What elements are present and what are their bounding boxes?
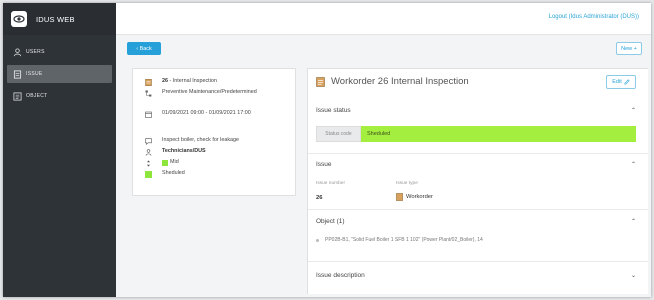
summary-type: Preventive Maintenance/Predetermined [162,89,257,95]
summary-type-row: Preventive Maintenance/Predetermined [145,89,265,97]
status-code-label: Status code [316,126,361,142]
issue-detail-panel: Workorder 26 Internal Inspection Edit Is… [307,68,648,294]
summary-description: Inspect boiler, check for leakage [162,137,240,143]
summary-group-row: Technicians/DUS [145,148,206,156]
summary-dates-row: 01/09/2021 09:00 - 01/09/2021 17:00 [145,110,271,118]
summary-priority-row: Mid [145,159,179,167]
sidebar-item-issue[interactable]: ISSUE [7,65,112,83]
section-title: Issue [316,160,332,168]
sidebar-item-label: USERS [26,49,45,55]
calendar-icon [145,111,152,118]
page-title: Workorder 26 Internal Inspection [331,76,469,87]
priority-color-swatch [162,159,168,166]
issue-number-label: Issue number [316,181,346,186]
issue-type-label: Issue type [396,181,418,186]
detail-title-row: Workorder 26 Internal Inspection [316,76,469,87]
new-button[interactable]: New + [616,42,642,55]
summary-priority: Mid [170,159,179,165]
edit-label: Edit [612,79,622,85]
document-icon [13,69,22,79]
divider [308,261,648,262]
workorder-icon [316,76,325,87]
issue-summary-card: 26 - Internal Inspection Preventive Main… [132,68,296,196]
pencil-icon [624,79,630,85]
summary-title: - Internal Inspection [168,78,217,84]
issue-header[interactable]: Issue ⌃ [316,158,636,170]
list-icon [13,91,22,101]
section-title: Issue status [316,106,351,114]
summary-description-row: Inspect boiler, check for leakage [145,137,275,145]
sidebar-nav: USERS ISSUE OBJECT [3,43,116,105]
chevron-down-icon[interactable]: ⌄ [631,272,636,279]
summary-status: Sheduled [162,170,185,176]
summary-dates: 01/09/2021 09:00 - 01/09/2021 17:00 [162,110,251,116]
section-title: Object (1) [316,217,345,225]
app-title: IDUS WEB [36,14,75,24]
section-title: Issue description [316,271,365,279]
sidebar-item-object[interactable]: OBJECT [7,87,112,105]
issue-type-field: Workorder [396,193,433,201]
status-color-icon [145,170,152,178]
sidebar-item-users[interactable]: USERS [7,43,112,61]
chevron-up-icon[interactable]: ⌃ [631,218,636,225]
eye-logo-icon [11,11,27,27]
summary-title-row: 26 - Internal Inspection [145,78,217,86]
issue-status-header[interactable]: Issue status ⌃ [316,104,636,116]
status-code-field: Status code Sheduled [316,126,636,142]
sidebar: IDUS WEB USERS ISSUE OBJECT [3,3,116,297]
comment-icon [145,137,152,145]
chevron-up-icon[interactable]: ⌃ [631,107,636,114]
sidebar-item-label: ISSUE [26,71,43,77]
hierarchy-icon [145,90,152,97]
issue-description-header[interactable]: Issue description ⌄ [316,269,636,281]
top-bar: Logout (Idus Administrator (DUS)) [116,3,651,35]
divider [308,209,648,210]
status-code-value: Sheduled [361,126,636,142]
summary-group: Technicians/DUS [162,148,206,154]
issue-number-value: 26 [316,195,323,201]
edit-button[interactable]: Edit [606,75,636,89]
divider [308,153,648,154]
bullet-icon [316,238,319,242]
object-header[interactable]: Object (1) ⌃ [316,215,636,227]
workorder-icon [145,78,152,86]
object-list-item[interactable]: PP02B-B1, "Solid Fuel Boiler 1 SFB 1 102… [316,237,483,243]
logout-link[interactable]: Logout (Idus Administrator (DUS)) [549,14,639,20]
issue-type-value: Workorder [406,194,433,200]
group-icon [145,148,152,156]
object-item-text: PP02B-B1, "Solid Fuel Boiler 1 SFB 1 102… [325,237,483,243]
user-icon [13,47,22,57]
back-button[interactable]: ‹ Back [127,42,161,55]
chevron-up-icon[interactable]: ⌃ [631,161,636,168]
sidebar-item-label: OBJECT [26,93,48,99]
workorder-icon [396,193,403,201]
sort-icon [145,159,152,167]
brand[interactable]: IDUS WEB [3,3,116,35]
summary-status-row: Sheduled [145,170,185,178]
